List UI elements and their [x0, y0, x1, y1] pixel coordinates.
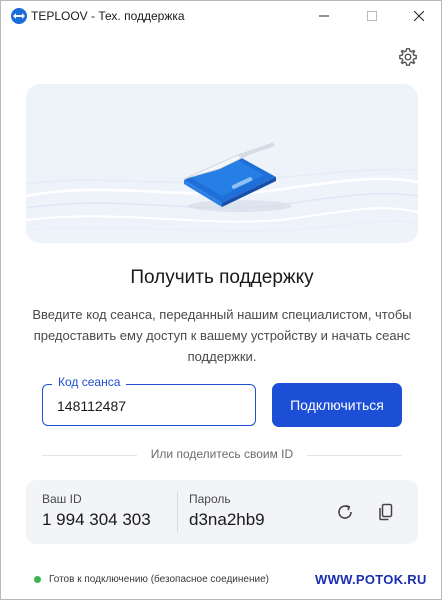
copy-button[interactable]: [374, 500, 398, 524]
title-bar: TEPLOOV - Тех. поддержка: [1, 1, 441, 31]
or-divider: Или поделитесь своим ID: [42, 447, 402, 463]
session-code-input[interactable]: [57, 396, 247, 416]
hero-illustration: [26, 84, 418, 243]
refresh-password-button[interactable]: [333, 500, 357, 524]
your-id-value[interactable]: 1 994 304 303: [42, 510, 151, 530]
connect-button[interactable]: Подключиться: [272, 383, 402, 427]
teamviewer-arrows-icon: [11, 8, 27, 24]
maximize-icon: [367, 11, 377, 21]
password-value[interactable]: d3na2hb9: [189, 510, 265, 530]
close-button[interactable]: [396, 1, 442, 31]
status-indicator: [34, 576, 41, 583]
page-title: Получить поддержку: [130, 267, 314, 288]
status-text: Готов к подключению (безопасное соединен…: [49, 574, 269, 585]
settings-button[interactable]: [398, 47, 418, 67]
app-window: TEPLOOV - Тех. поддержка Получить поддер…: [0, 0, 442, 600]
divider-line-right: [307, 455, 402, 456]
window-title: TEPLOOV - Тех. поддержка: [31, 9, 185, 23]
minimize-icon: [319, 15, 329, 17]
session-code-field[interactable]: [42, 384, 256, 426]
id-separator: [177, 492, 178, 532]
divider-text: Или поделитесь своим ID: [150, 447, 294, 461]
close-icon: [414, 11, 424, 21]
password-label: Пароль: [189, 492, 231, 506]
gear-icon: [399, 48, 417, 66]
watermark: WWW.POTOK.RU: [315, 572, 427, 587]
your-id-label: Ваш ID: [42, 492, 82, 506]
description-text: Введите код сеанса, переданный нашим спе…: [32, 307, 412, 364]
id-card: Ваш ID 1 994 304 303 Пароль d3na2hb9: [26, 480, 418, 544]
minimize-button[interactable]: [301, 1, 347, 31]
copy-icon: [379, 503, 393, 521]
maximize-button[interactable]: [349, 1, 395, 31]
refresh-icon: [338, 504, 352, 519]
session-code-label: Код сеанса: [52, 375, 127, 389]
laptop-illustration: [26, 142, 418, 232]
